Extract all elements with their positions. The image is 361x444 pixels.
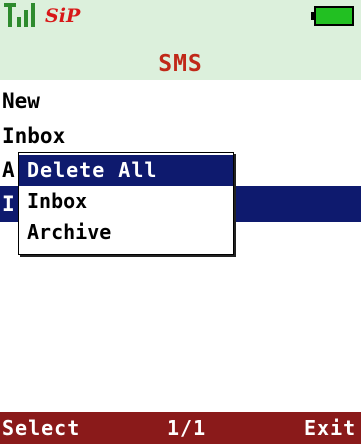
popup-item-inbox[interactable]: Inbox (19, 186, 233, 217)
phone-screen: SiP SMS New Inbox A I Delete All Inbox A… (0, 0, 361, 444)
svg-text:SiP: SiP (45, 5, 81, 27)
sip-logo-icon: SiP (45, 5, 81, 27)
popup-item-archive[interactable]: Archive (19, 217, 233, 248)
exit-softkey[interactable]: Exit (304, 412, 356, 444)
title-bar: SMS (0, 30, 361, 80)
list-item-label: New (2, 89, 40, 113)
list-item-new[interactable]: New (0, 83, 361, 119)
select-softkey[interactable]: Select (2, 412, 80, 444)
screen-title: SMS (158, 51, 203, 77)
options-popup-menu: Delete All Inbox Archive (18, 152, 234, 255)
list-item-label: Inbox (2, 124, 66, 148)
popup-item-label: Delete All (27, 158, 158, 182)
list-item-label: I (2, 192, 15, 216)
popup-item-label: Inbox (27, 189, 88, 213)
page-indicator: 1/1 (167, 416, 207, 440)
popup-item-label: Archive (27, 220, 112, 244)
battery-icon (311, 6, 354, 26)
status-bar: SiP (0, 0, 361, 30)
softkey-bar: Select 1/1 Exit (0, 412, 361, 444)
list-item-label: A (2, 158, 15, 182)
popup-item-delete-all[interactable]: Delete All (19, 155, 233, 186)
signal-strength-icon (4, 3, 35, 27)
list-item-inbox[interactable]: Inbox (0, 118, 361, 154)
